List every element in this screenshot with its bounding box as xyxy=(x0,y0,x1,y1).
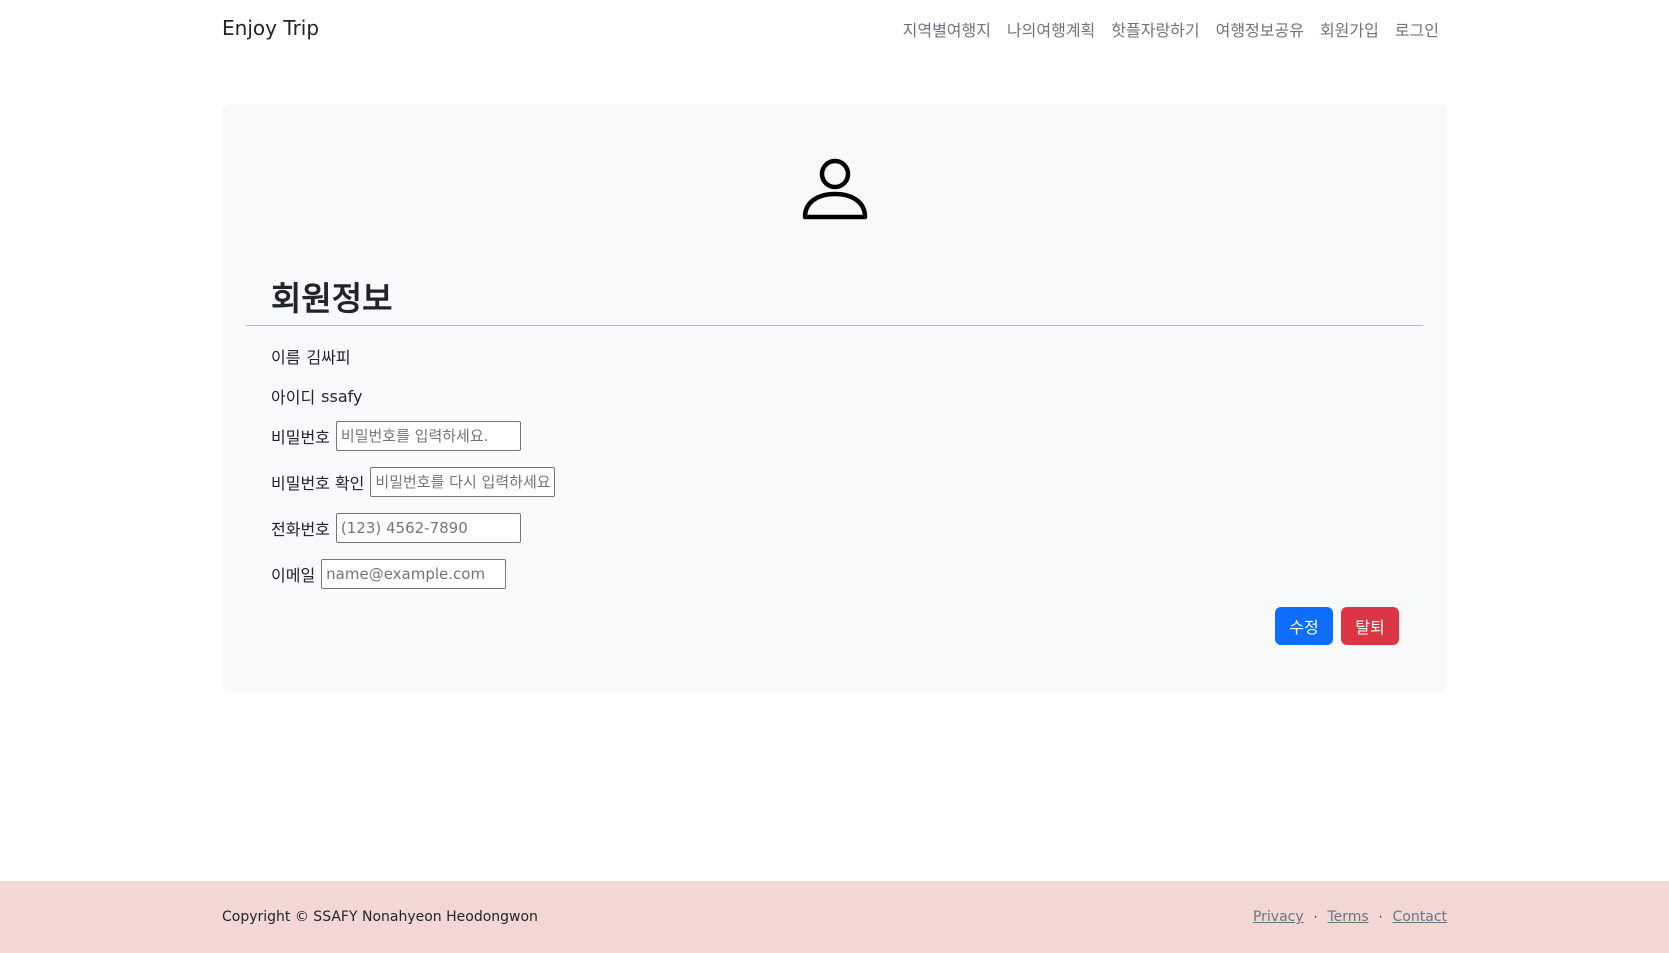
footer-separator: · xyxy=(1378,910,1383,924)
nav-link-regional-trip[interactable]: 지역별여행지 xyxy=(903,17,991,41)
email-label: 이메일 xyxy=(271,566,316,585)
id-row: 아이디 ssafy xyxy=(271,384,362,408)
title-divider xyxy=(246,325,1423,326)
top-navbar: Enjoy Trip 지역별여행지 나의여행계획 핫플자랑하기 여행정보공유 회… xyxy=(0,0,1669,60)
nav-link-signup[interactable]: 회원가입 xyxy=(1320,17,1379,41)
footer-links: Privacy · Terms · Contact xyxy=(1253,909,1447,925)
password-label: 비밀번호 xyxy=(271,428,330,447)
email-input[interactable] xyxy=(321,559,507,589)
name-row: 이름 김싸피 xyxy=(271,344,351,368)
id-label: 아이디 xyxy=(271,388,316,407)
footer-separator: · xyxy=(1313,910,1318,924)
edit-button[interactable]: 수정 xyxy=(1275,607,1333,645)
footer: Copyright © SSAFY Nonahyeon Heodongwon P… xyxy=(0,881,1669,953)
brand-link[interactable]: Enjoy Trip xyxy=(222,16,319,40)
footer-link-contact[interactable]: Contact xyxy=(1393,909,1447,925)
nav-link-login[interactable]: 로그인 xyxy=(1395,17,1439,41)
profile-card: 회원정보 이름 김싸피 아이디 ssafy 비밀번호 비밀번호 확인 전화번호 … xyxy=(222,104,1447,692)
page-title: 회원정보 xyxy=(271,279,393,318)
email-row: 이메일 xyxy=(271,559,507,589)
phone-row: 전화번호 xyxy=(271,513,521,543)
name-value: 김싸피 xyxy=(306,348,351,367)
password-confirm-input[interactable] xyxy=(370,467,556,497)
id-value: ssafy xyxy=(321,386,363,406)
password-confirm-row: 비밀번호 확인 xyxy=(271,467,556,497)
person-icon xyxy=(802,158,868,220)
footer-link-terms[interactable]: Terms xyxy=(1327,909,1368,925)
password-confirm-label: 비밀번호 확인 xyxy=(271,474,365,493)
phone-label: 전화번호 xyxy=(271,520,330,539)
footer-link-privacy[interactable]: Privacy xyxy=(1253,909,1304,925)
password-row: 비밀번호 xyxy=(271,421,521,451)
withdraw-button[interactable]: 탈퇴 xyxy=(1341,607,1399,645)
password-input[interactable] xyxy=(335,421,521,451)
nav-link-my-trip-plan[interactable]: 나의여행계획 xyxy=(1007,17,1095,41)
nav-link-hotplace[interactable]: 핫플자랑하기 xyxy=(1111,17,1199,41)
nav-links: 지역별여행지 나의여행계획 핫플자랑하기 여행정보공유 회원가입 로그인 xyxy=(903,17,1439,41)
name-label: 이름 xyxy=(271,348,301,367)
copyright-text: Copyright © SSAFY Nonahyeon Heodongwon xyxy=(222,909,538,925)
nav-link-trip-share[interactable]: 여행정보공유 xyxy=(1216,17,1304,41)
phone-input[interactable] xyxy=(335,513,521,543)
